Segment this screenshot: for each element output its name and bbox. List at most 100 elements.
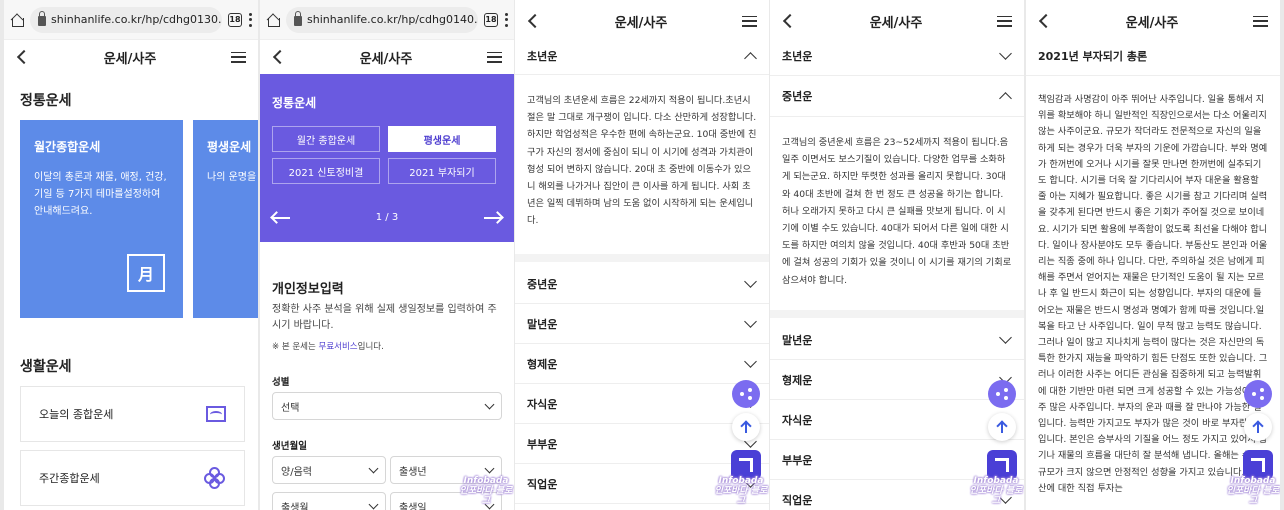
hamburger-menu-icon[interactable] [1253, 15, 1268, 27]
accordion-early[interactable]: 초년운 [770, 36, 1024, 76]
gender-select[interactable]: 선택 [272, 392, 502, 420]
chevron-down-icon [744, 355, 757, 368]
wealth-summary-title: 2021년 부자되기 총론 [1026, 36, 1280, 76]
hamburger-menu-icon[interactable] [231, 51, 246, 63]
section-title-traditional: 정통운세 [20, 93, 72, 109]
browser-bar: shinhanlife.co.kr/hp/cdhg0130. 18 [4, 0, 258, 40]
page-indicator: 1 / 3 [375, 212, 399, 223]
accordion-children[interactable]: 자식운 [770, 400, 1024, 440]
back-icon[interactable] [782, 13, 798, 29]
logo-icon [739, 458, 753, 472]
tab-monthly[interactable]: 월간 종합운세 [272, 126, 380, 152]
card-title: 평생운세 [207, 140, 252, 154]
flower-icon [204, 467, 226, 489]
accordion-middle[interactable]: 중년운 [770, 76, 1024, 116]
panel-input-form: shinhanlife.co.kr/hp/cdhg0140. 18 운세/사주 … [260, 0, 514, 510]
more-menu-icon[interactable] [504, 12, 508, 27]
free-service-link[interactable]: 무료서비스 [319, 342, 358, 352]
chevron-down-icon [744, 275, 757, 288]
lock-icon [294, 11, 302, 26]
watermark: Infobada 인포바다 블로그 [1226, 476, 1280, 506]
logo-icon [995, 458, 1009, 472]
back-icon[interactable] [527, 13, 543, 29]
more-menu-icon[interactable] [248, 12, 252, 27]
page-title: 운세/사주 [869, 15, 923, 31]
panel-main-menu: shinhanlife.co.kr/hp/cdhg0130. 18 운세/사주 … [4, 0, 258, 510]
tab-count-icon[interactable]: 18 [228, 12, 242, 27]
birth-month-select[interactable]: 출생월 [272, 492, 386, 510]
watermark: Infobada 인포바다 블로그 [459, 476, 513, 506]
page-title: 운세/사주 [1125, 15, 1179, 31]
screenshot-strip: shinhanlife.co.kr/hp/cdhg0130. 18 운세/사주 … [0, 0, 1284, 510]
hamburger-menu-icon[interactable] [487, 51, 502, 63]
tab-tojeong[interactable]: 2021 신토정비결 [272, 158, 380, 184]
form-note: ※ 본 운세는 무료서비스입니다. [272, 342, 384, 352]
calendar-type-select[interactable]: 양/음력 [272, 456, 386, 484]
birthdate-label: 생년월일 [272, 441, 307, 452]
card-desc: 이달의 총론과 재물, 애정, 건강, 기일 등 7가지 테마를설정하여 안내해… [34, 172, 167, 217]
back-icon[interactable] [272, 49, 288, 65]
address-bar[interactable]: shinhanlife.co.kr/hp/cdhg0130. [30, 6, 222, 33]
share-icon [996, 388, 1008, 400]
tab-count-icon[interactable]: 18 [484, 12, 498, 27]
hamburger-menu-icon[interactable] [742, 15, 757, 27]
accordion-siblings[interactable]: 형제운 [770, 360, 1024, 400]
logo-icon [1251, 458, 1265, 472]
hamburger-menu-icon[interactable] [997, 15, 1012, 27]
accordion-children[interactable]: 자식운 [515, 384, 769, 424]
card-title: 월간종합운세 [34, 140, 101, 154]
page-title: 운세/사주 [103, 51, 157, 67]
card-monthly-fortune[interactable]: 월간종합운세 이달의 총론과 재물, 애정, 건강, 기일 등 7가지 테마를설… [20, 120, 183, 318]
pager: 1 / 3 [272, 212, 502, 223]
chevron-down-icon [999, 47, 1012, 60]
page-title: 운세/사주 [614, 15, 668, 31]
accordion-spouse[interactable]: 부부운 [770, 440, 1024, 480]
page-title: 운세/사주 [359, 51, 413, 67]
card-lifetime-fortune[interactable]: 평생운세 나의 운명을 알고활용해 [193, 120, 258, 318]
arrow-left-icon[interactable] [272, 216, 290, 219]
scroll-top-button[interactable] [732, 413, 760, 441]
accordion-early[interactable]: 초년운 [515, 36, 769, 76]
card-desc: 나의 운명을 알고활용해 [207, 172, 258, 183]
chevron-down-icon [368, 499, 379, 509]
chevron-down-icon [999, 331, 1012, 344]
category-panel: 정통운세 월간 종합운세 평생운세 2021 신토정비결 2021 부자되기 1… [260, 74, 514, 242]
tab-wealth[interactable]: 2021 부자되기 [388, 158, 496, 184]
url-text: shinhanlife.co.kr/hp/cdhg0140. [307, 13, 478, 26]
list-item-label: 오늘의 종합운세 [39, 408, 114, 421]
gender-label: 성별 [272, 377, 290, 388]
accordion-early-body: 고객님의 초년운세 흐름은 22세까지 적용이 됩니다.초년시절은 말 그대로 … [527, 95, 757, 227]
chevron-up-icon [999, 91, 1012, 105]
chevron-down-icon [484, 463, 495, 473]
panel-early-fortune: 운세/사주 초년운 고객님의 초년운세 흐름은 22세까지 적용이 됩니다.초년… [515, 0, 769, 510]
back-icon[interactable] [16, 49, 32, 65]
home-icon[interactable] [10, 13, 24, 27]
scroll-top-button[interactable] [1244, 413, 1272, 441]
list-item-today-fortune[interactable]: 오늘의 종합운세 [20, 386, 245, 442]
watermark: Infobada 인포바다 블로그 [969, 476, 1023, 506]
back-icon[interactable] [1038, 13, 1054, 29]
share-button[interactable] [988, 380, 1016, 408]
chevron-up-icon [744, 51, 757, 65]
chevron-down-icon [368, 463, 379, 473]
site-header: 운세/사주 [260, 40, 514, 74]
panel-wealth-summary: 운세/사주 2021년 부자되기 총론 책임감과 사명감이 아주 뛰어난 사주입… [1026, 0, 1280, 510]
share-button[interactable] [1244, 380, 1272, 408]
share-button[interactable] [732, 380, 760, 408]
home-icon[interactable] [266, 13, 280, 27]
accordion-late[interactable]: 말년운 [515, 304, 769, 344]
accordion-late[interactable]: 말년운 [770, 320, 1024, 360]
share-icon [740, 388, 752, 400]
wealth-summary-body: 책임감과 사명감이 아주 뛰어난 사주입니다. 일을 통해서 지위를 확보해야 … [1038, 94, 1268, 494]
category-title: 정통운세 [272, 96, 317, 110]
arrow-right-icon[interactable] [483, 216, 502, 219]
address-bar[interactable]: shinhanlife.co.kr/hp/cdhg0140. [286, 6, 478, 33]
lock-icon [38, 11, 46, 26]
accordion-middle[interactable]: 중년운 [515, 264, 769, 304]
list-item-weekly-fortune[interactable]: 주간종합운세 [20, 450, 245, 506]
accordion-siblings[interactable]: 형제운 [515, 344, 769, 384]
share-icon [1252, 388, 1264, 400]
scroll-top-button[interactable] [988, 413, 1016, 441]
arrow-up-icon [745, 421, 747, 433]
tab-lifetime[interactable]: 평생운세 [388, 126, 496, 152]
